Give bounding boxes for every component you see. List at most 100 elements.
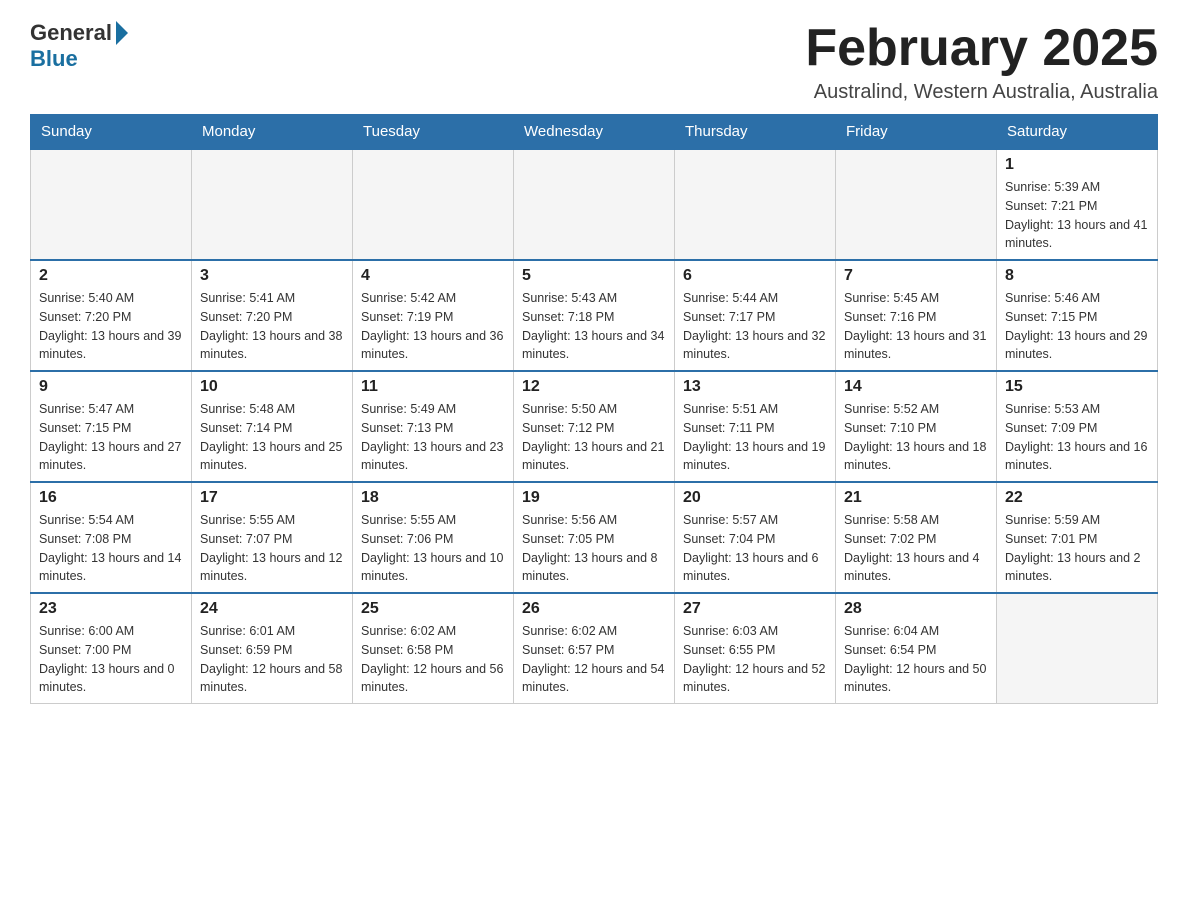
day-info: Sunrise: 5:58 AMSunset: 7:02 PMDaylight:… <box>844 511 988 586</box>
calendar-cell: 17 Sunrise: 5:55 AMSunset: 7:07 PMDayligh… <box>192 482 353 593</box>
week-row-5: 23 Sunrise: 6:00 AMSunset: 7:00 PMDayligh… <box>31 593 1158 704</box>
day-number: 10 <box>200 378 344 396</box>
calendar-cell: 21 Sunrise: 5:58 AMSunset: 7:02 PMDayligh… <box>836 482 997 593</box>
column-header-sunday: Sunday <box>31 115 192 150</box>
day-info: Sunrise: 5:47 AMSunset: 7:15 PMDaylight:… <box>39 400 183 475</box>
day-number: 11 <box>361 378 505 396</box>
calendar-cell <box>836 149 997 260</box>
month-title: February 2025 <box>805 20 1158 77</box>
day-number: 9 <box>39 378 183 396</box>
logo: General Blue <box>30 20 128 72</box>
calendar-cell: 8 Sunrise: 5:46 AMSunset: 7:15 PMDaylight… <box>997 260 1158 371</box>
page-header: General Blue February 2025 Australind, W… <box>30 20 1158 104</box>
column-header-friday: Friday <box>836 115 997 150</box>
logo-general-text: General <box>30 20 112 46</box>
day-number: 14 <box>844 378 988 396</box>
day-info: Sunrise: 5:56 AMSunset: 7:05 PMDaylight:… <box>522 511 666 586</box>
day-number: 1 <box>1005 156 1149 174</box>
day-info: Sunrise: 6:03 AMSunset: 6:55 PMDaylight:… <box>683 622 827 697</box>
calendar-cell <box>997 593 1158 704</box>
day-info: Sunrise: 5:54 AMSunset: 7:08 PMDaylight:… <box>39 511 183 586</box>
day-info: Sunrise: 5:45 AMSunset: 7:16 PMDaylight:… <box>844 289 988 364</box>
week-row-3: 9 Sunrise: 5:47 AMSunset: 7:15 PMDaylight… <box>31 371 1158 482</box>
day-number: 17 <box>200 489 344 507</box>
day-info: Sunrise: 5:55 AMSunset: 7:07 PMDaylight:… <box>200 511 344 586</box>
column-header-monday: Monday <box>192 115 353 150</box>
day-number: 27 <box>683 600 827 618</box>
day-info: Sunrise: 5:55 AMSunset: 7:06 PMDaylight:… <box>361 511 505 586</box>
calendar-cell: 9 Sunrise: 5:47 AMSunset: 7:15 PMDaylight… <box>31 371 192 482</box>
calendar-cell: 13 Sunrise: 5:51 AMSunset: 7:11 PMDayligh… <box>675 371 836 482</box>
day-number: 21 <box>844 489 988 507</box>
day-number: 8 <box>1005 267 1149 285</box>
calendar-cell: 4 Sunrise: 5:42 AMSunset: 7:19 PMDaylight… <box>353 260 514 371</box>
day-info: Sunrise: 5:59 AMSunset: 7:01 PMDaylight:… <box>1005 511 1149 586</box>
calendar-cell <box>353 149 514 260</box>
column-header-tuesday: Tuesday <box>353 115 514 150</box>
day-info: Sunrise: 5:42 AMSunset: 7:19 PMDaylight:… <box>361 289 505 364</box>
day-number: 2 <box>39 267 183 285</box>
day-info: Sunrise: 5:43 AMSunset: 7:18 PMDaylight:… <box>522 289 666 364</box>
calendar-cell: 25 Sunrise: 6:02 AMSunset: 6:58 PMDayligh… <box>353 593 514 704</box>
calendar-cell: 24 Sunrise: 6:01 AMSunset: 6:59 PMDayligh… <box>192 593 353 704</box>
day-number: 15 <box>1005 378 1149 396</box>
calendar-cell: 3Sunrise: 5:41 AMSunset: 7:20 PMDaylight… <box>192 260 353 371</box>
calendar-cell: 19 Sunrise: 5:56 AMSunset: 7:05 PMDayligh… <box>514 482 675 593</box>
day-number: 3 <box>200 267 344 285</box>
calendar-cell <box>192 149 353 260</box>
calendar-cell: 22Sunrise: 5:59 AMSunset: 7:01 PMDayligh… <box>997 482 1158 593</box>
calendar-cell: 2 Sunrise: 5:40 AMSunset: 7:20 PMDaylight… <box>31 260 192 371</box>
calendar-cell: 1 Sunrise: 5:39 AMSunset: 7:21 PMDaylight… <box>997 149 1158 260</box>
week-row-4: 16Sunrise: 5:54 AMSunset: 7:08 PMDayligh… <box>31 482 1158 593</box>
day-number: 25 <box>361 600 505 618</box>
calendar-cell: 11 Sunrise: 5:49 AMSunset: 7:13 PMDayligh… <box>353 371 514 482</box>
day-info: Sunrise: 5:49 AMSunset: 7:13 PMDaylight:… <box>361 400 505 475</box>
calendar-table: SundayMondayTuesdayWednesdayThursdayFrid… <box>30 114 1158 704</box>
calendar-cell: 23 Sunrise: 6:00 AMSunset: 7:00 PMDayligh… <box>31 593 192 704</box>
calendar-cell: 20 Sunrise: 5:57 AMSunset: 7:04 PMDayligh… <box>675 482 836 593</box>
calendar-cell: 12Sunrise: 5:50 AMSunset: 7:12 PMDayligh… <box>514 371 675 482</box>
calendar-cell: 16Sunrise: 5:54 AMSunset: 7:08 PMDayligh… <box>31 482 192 593</box>
day-info: Sunrise: 6:00 AMSunset: 7:00 PMDaylight:… <box>39 622 183 697</box>
day-number: 13 <box>683 378 827 396</box>
day-number: 20 <box>683 489 827 507</box>
calendar-cell: 7Sunrise: 5:45 AMSunset: 7:16 PMDaylight… <box>836 260 997 371</box>
day-number: 4 <box>361 267 505 285</box>
logo-blue-text: Blue <box>30 46 78 72</box>
day-number: 28 <box>844 600 988 618</box>
day-info: Sunrise: 6:01 AMSunset: 6:59 PMDaylight:… <box>200 622 344 697</box>
calendar-cell: 15 Sunrise: 5:53 AMSunset: 7:09 PMDayligh… <box>997 371 1158 482</box>
day-info: Sunrise: 5:51 AMSunset: 7:11 PMDaylight:… <box>683 400 827 475</box>
calendar-cell <box>514 149 675 260</box>
day-number: 19 <box>522 489 666 507</box>
calendar-cell: 10 Sunrise: 5:48 AMSunset: 7:14 PMDayligh… <box>192 371 353 482</box>
calendar-cell: 27 Sunrise: 6:03 AMSunset: 6:55 PMDayligh… <box>675 593 836 704</box>
day-info: Sunrise: 6:04 AMSunset: 6:54 PMDaylight:… <box>844 622 988 697</box>
day-info: Sunrise: 6:02 AMSunset: 6:58 PMDaylight:… <box>361 622 505 697</box>
day-number: 23 <box>39 600 183 618</box>
week-row-1: 1 Sunrise: 5:39 AMSunset: 7:21 PMDaylight… <box>31 149 1158 260</box>
logo-arrow-icon <box>116 21 128 45</box>
day-info: Sunrise: 5:48 AMSunset: 7:14 PMDaylight:… <box>200 400 344 475</box>
day-number: 24 <box>200 600 344 618</box>
day-info: Sunrise: 5:46 AMSunset: 7:15 PMDaylight:… <box>1005 289 1149 364</box>
calendar-cell: 18Sunrise: 5:55 AMSunset: 7:06 PMDayligh… <box>353 482 514 593</box>
calendar-cell: 6Sunrise: 5:44 AMSunset: 7:17 PMDaylight… <box>675 260 836 371</box>
location-text: Australind, Western Australia, Australia <box>805 81 1158 104</box>
day-info: Sunrise: 5:39 AMSunset: 7:21 PMDaylight:… <box>1005 178 1149 253</box>
week-row-2: 2 Sunrise: 5:40 AMSunset: 7:20 PMDaylight… <box>31 260 1158 371</box>
calendar-cell: 5 Sunrise: 5:43 AMSunset: 7:18 PMDaylight… <box>514 260 675 371</box>
column-header-saturday: Saturday <box>997 115 1158 150</box>
day-info: Sunrise: 5:50 AMSunset: 7:12 PMDaylight:… <box>522 400 666 475</box>
day-info: Sunrise: 5:53 AMSunset: 7:09 PMDaylight:… <box>1005 400 1149 475</box>
calendar-cell <box>31 149 192 260</box>
day-info: Sunrise: 5:52 AMSunset: 7:10 PMDaylight:… <box>844 400 988 475</box>
day-info: Sunrise: 6:02 AMSunset: 6:57 PMDaylight:… <box>522 622 666 697</box>
day-info: Sunrise: 5:57 AMSunset: 7:04 PMDaylight:… <box>683 511 827 586</box>
day-number: 5 <box>522 267 666 285</box>
column-header-wednesday: Wednesday <box>514 115 675 150</box>
day-info: Sunrise: 5:40 AMSunset: 7:20 PMDaylight:… <box>39 289 183 364</box>
column-header-thursday: Thursday <box>675 115 836 150</box>
calendar-cell <box>675 149 836 260</box>
calendar-cell: 14 Sunrise: 5:52 AMSunset: 7:10 PMDayligh… <box>836 371 997 482</box>
